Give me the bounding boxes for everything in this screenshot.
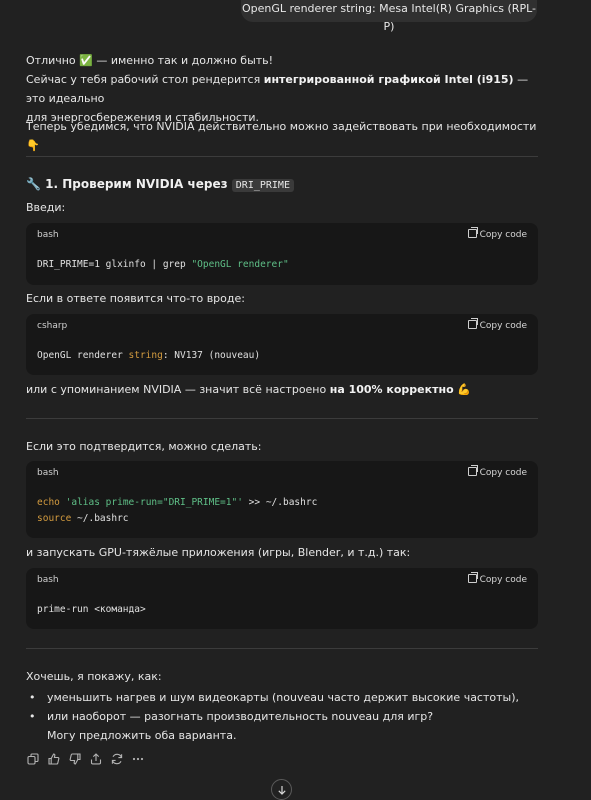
code-token: DRI_PRIME=1 glxinfo | grep [37, 259, 192, 270]
regenerate-icon [111, 753, 123, 765]
copy-code-button[interactable]: Copy code [467, 572, 527, 585]
copy-code-button[interactable]: Copy code [467, 227, 527, 240]
user-message-bubble: OpenGL renderer string: Mesa Intel(R) Gr… [241, 0, 537, 33]
copy-icon [27, 753, 39, 765]
copy-code-label: Copy code [479, 230, 527, 240]
copy-icon [467, 318, 478, 329]
thumbs-down-icon [69, 753, 81, 765]
list-item: или наоборот — разогнать производительно… [26, 707, 546, 726]
code-language: csharp [37, 321, 68, 331]
copy-code-label: Copy code [479, 321, 527, 331]
code-block: csharp Copy code OpenGL renderer string:… [26, 314, 538, 375]
code-token: OpenGL renderer [37, 350, 129, 361]
thumbs-up-button[interactable] [47, 752, 61, 766]
copy-code-label: Copy code [479, 468, 527, 478]
user-message-text: OpenGL renderer string: Mesa Intel(R) Gr… [242, 2, 536, 33]
code-keyword-token: echo [37, 497, 60, 508]
regenerate-button[interactable] [110, 752, 124, 766]
thumbs-down-button[interactable] [68, 752, 82, 766]
copy-icon [467, 227, 478, 238]
section1-heading: 🔧 1. Проверим NVIDIA через DRI_PRIME [26, 175, 294, 195]
more-button[interactable] [131, 752, 145, 766]
code-language: bash [37, 468, 59, 478]
code-token: ~/.bashrc [71, 513, 129, 524]
code-block-header: bash Copy code [26, 461, 538, 483]
code-token: : NV137 (nouveau) [162, 350, 261, 361]
options-list: уменьшить нагрев и шум видеокарты (nouve… [26, 688, 546, 726]
more-icon [132, 757, 144, 761]
copy-icon [467, 572, 478, 583]
code-string-token: "OpenGL renderer" [191, 259, 289, 270]
code-language: bash [37, 575, 59, 585]
code-block: bash Copy code prime-run <команда> [26, 568, 538, 629]
nvidia-confirm-line: или с упоминанием NVIDIA — значит всё на… [26, 380, 546, 399]
divider [26, 648, 538, 649]
thumbs-up-icon [48, 753, 60, 765]
code-block: bash Copy code echo 'alias prime-run="DR… [26, 461, 538, 538]
copy-button[interactable] [26, 752, 40, 766]
intro-line-2-pre: Сейчас у тебя рабочий стол рендерится [26, 73, 264, 86]
muscle-icon: 💪 [457, 383, 471, 396]
code-token: >> ~/.bashrc [242, 497, 318, 508]
run-label: и запускать GPU-тяжёлые приложения (игры… [26, 546, 411, 559]
divider [26, 418, 538, 419]
code-content: prime-run <команда> [37, 604, 146, 615]
wrench-icon: 🔧 [26, 177, 41, 191]
confirm-label: Если это подтвердится, можно сделать: [26, 440, 262, 453]
code-block-header: bash Copy code [26, 568, 538, 590]
message-actions [26, 752, 145, 768]
code-content: DRI_PRIME=1 glxinfo | grep "OpenGL rende… [37, 257, 289, 273]
code-block: bash Copy code DRI_PRIME=1 glxinfo | gre… [26, 223, 538, 285]
suggestion-text: Могу предложить оба варианта. [47, 729, 237, 742]
share-button[interactable] [89, 752, 103, 766]
intro-line-1: Отлично ✅ — именно так и должно быть! [26, 54, 274, 67]
intro-line-4: Теперь убедимся, что NVIDIA действительн… [26, 120, 537, 152]
code-content: OpenGL renderer string: NV137 (nouveau) [37, 348, 260, 364]
divider [26, 156, 538, 157]
code-block-header: csharp Copy code [26, 314, 538, 336]
code-block-header: bash Copy code [26, 223, 538, 245]
arrow-down-icon [277, 785, 286, 795]
code-language: bash [37, 230, 59, 240]
result-label: Если в ответе появится что-то вроде: [26, 292, 245, 305]
enter-label: Введи: [26, 201, 66, 214]
copy-code-button[interactable]: Copy code [467, 318, 527, 331]
section1-heading-text: 1. Проверим NVIDIA через [45, 177, 228, 191]
code-keyword-token: source [37, 513, 72, 524]
copy-code-button[interactable]: Copy code [467, 465, 527, 478]
nvidia-confirm-bold: на 100% корректно [329, 383, 454, 396]
section1-heading-code: DRI_PRIME [231, 179, 294, 192]
copy-icon [467, 465, 478, 476]
copy-code-label: Copy code [479, 575, 527, 585]
intro-line-2: Сейчас у тебя рабочий стол рендерится ин… [26, 70, 546, 108]
share-icon [90, 753, 102, 765]
offer-label: Хочешь, я покажу, как: [26, 670, 162, 683]
list-item: уменьшить нагрев и шум видеокарты (nouve… [26, 688, 546, 707]
code-string-token: 'alias prime-run="DRI_PRIME=1"' [65, 497, 243, 508]
code-keyword-token: string [128, 350, 163, 361]
intro-paragraph: Отлично ✅ — именно так и должно быть! Се… [26, 51, 546, 127]
code-content: echo 'alias prime-run="DRI_PRIME=1"' >> … [37, 495, 317, 527]
nvidia-confirm-pre: или с упоминанием NVIDIA — значит всё на… [26, 383, 330, 396]
intro-line-2-bold: интегрированной графикой Intel (i915) [263, 73, 514, 86]
